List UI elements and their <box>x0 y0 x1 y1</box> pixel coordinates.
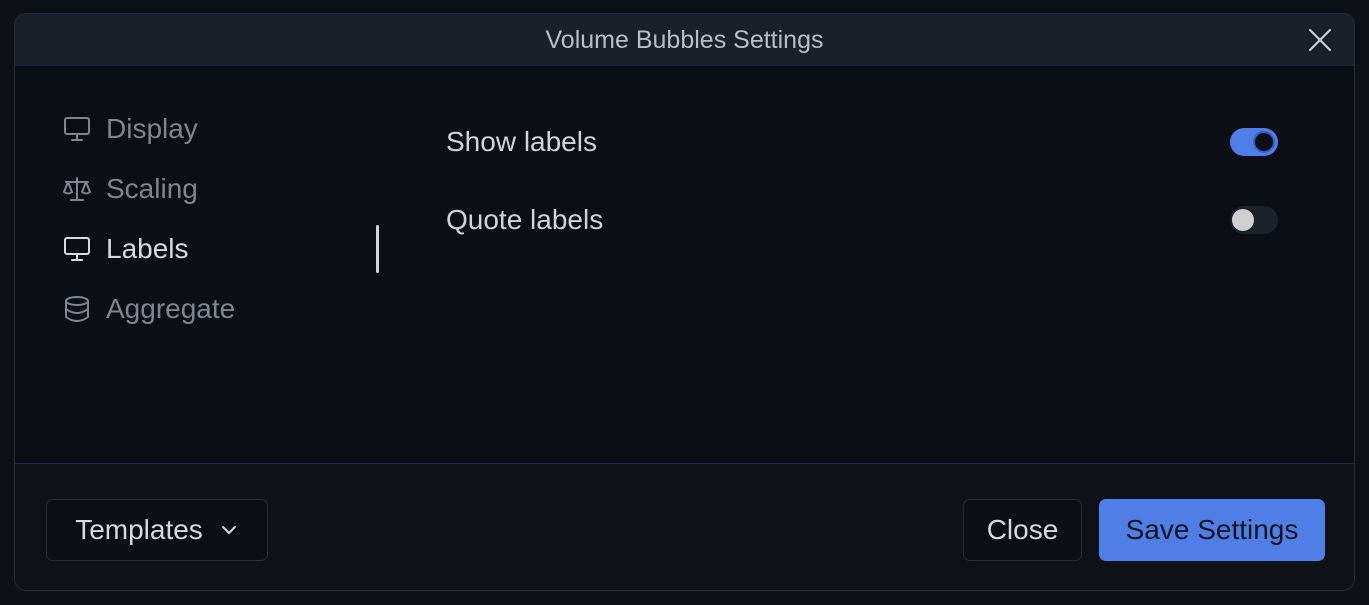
quote-labels-toggle[interactable] <box>1230 206 1278 234</box>
setting-label: Quote labels <box>446 204 604 235</box>
sidebar-item-labels[interactable]: Labels <box>61 229 189 269</box>
dialog-titlebar: Volume Bubbles Settings <box>15 14 1354 66</box>
sidebar-item-label: Labels <box>106 233 189 264</box>
setting-quote-labels: Quote labels <box>446 200 1278 240</box>
toggle-knob <box>1253 131 1275 153</box>
dialog-title: Volume Bubbles Settings <box>545 26 824 54</box>
close-icon[interactable] <box>1306 26 1334 54</box>
settings-dialog: Volume Bubbles Settings Display Scaling … <box>14 13 1355 591</box>
monitor-icon <box>61 233 93 265</box>
templates-dropdown[interactable]: Templates <box>46 499 268 561</box>
sidebar-item-scaling[interactable]: Scaling <box>61 169 198 209</box>
dialog-body: Display Scaling Labels Aggregate Show la… <box>15 66 1354 463</box>
sidebar-item-label: Scaling <box>106 173 198 204</box>
active-section-indicator <box>376 225 379 273</box>
close-button[interactable]: Close <box>963 499 1082 561</box>
sidebar-item-label: Display <box>106 113 198 144</box>
sidebar-item-label: Aggregate <box>106 293 236 324</box>
templates-label: Templates <box>75 514 203 545</box>
toggle-knob <box>1232 209 1254 231</box>
sidebar-item-display[interactable]: Display <box>61 109 198 149</box>
save-settings-button[interactable]: Save Settings <box>1099 499 1325 561</box>
dialog-footer: Templates Close Save Settings <box>15 463 1354 590</box>
show-labels-toggle[interactable] <box>1230 128 1278 156</box>
scale-icon <box>61 173 93 205</box>
database-icon <box>61 293 93 325</box>
chevron-down-icon <box>219 520 239 540</box>
sidebar-item-aggregate[interactable]: Aggregate <box>61 289 235 329</box>
setting-show-labels: Show labels <box>446 122 1278 162</box>
monitor-icon <box>61 113 93 145</box>
setting-label: Show labels <box>446 126 597 157</box>
